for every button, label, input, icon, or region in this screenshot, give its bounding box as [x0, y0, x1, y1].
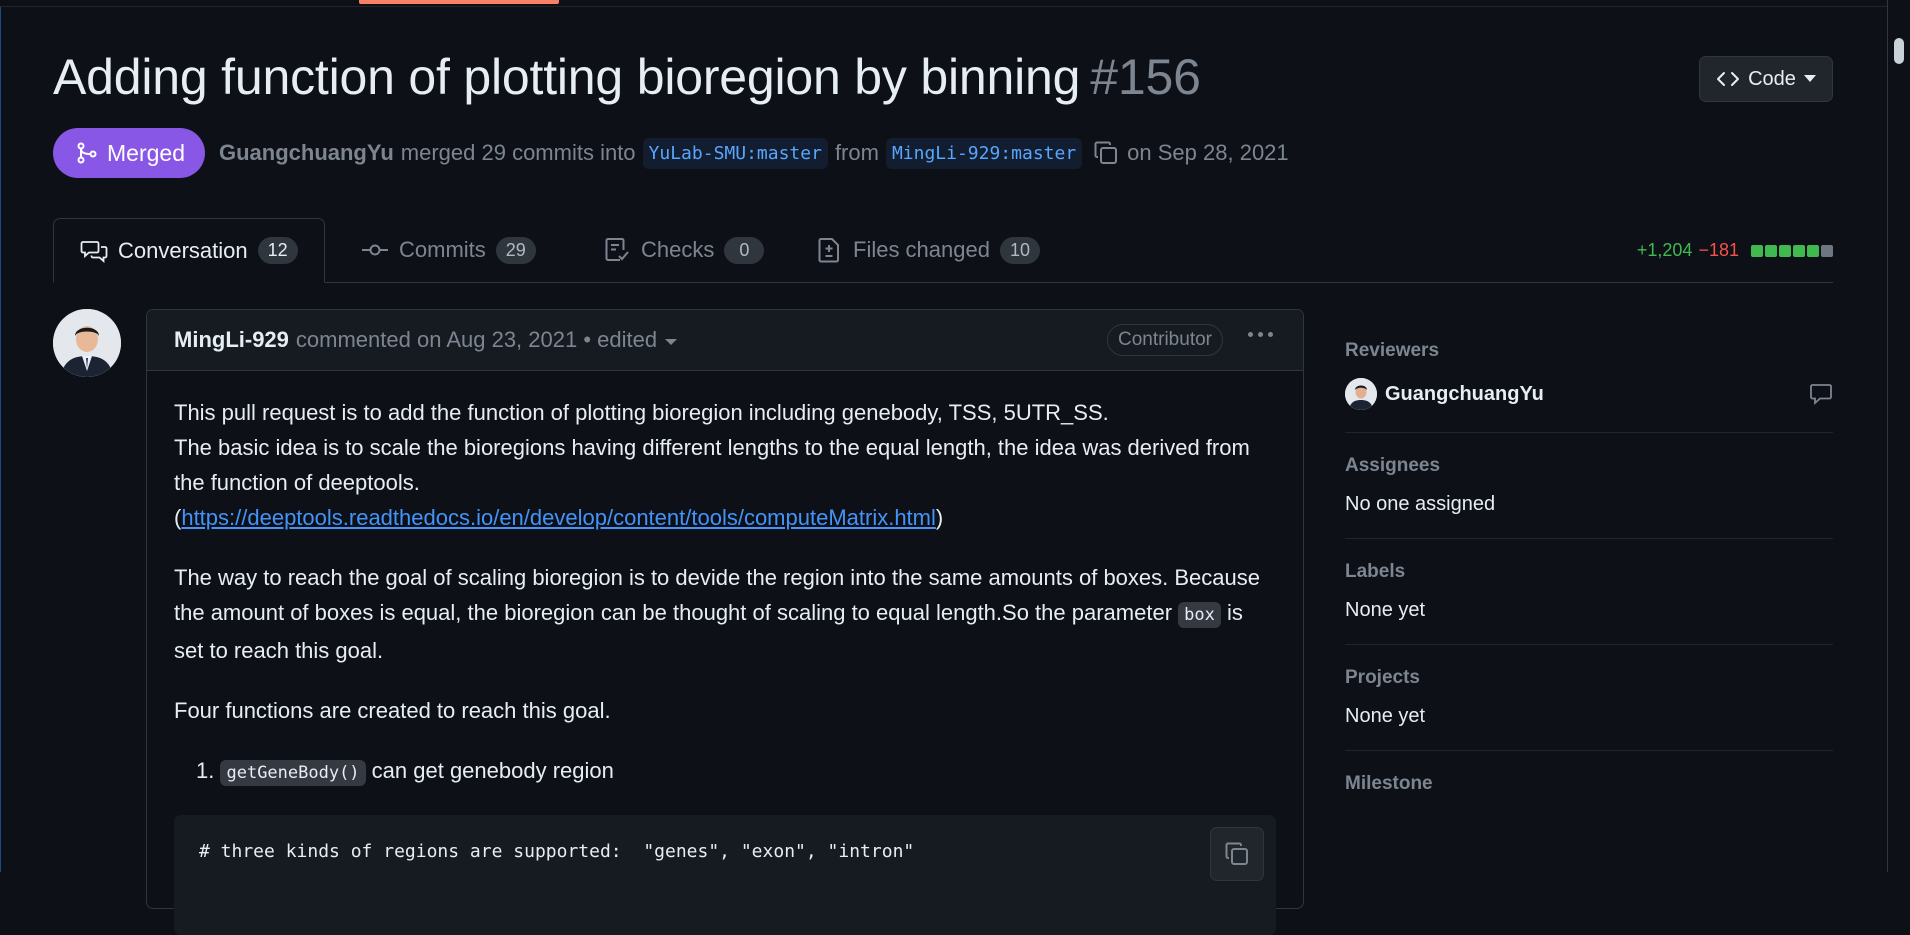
pr-tabs: Conversation 12 Commits 29 Checks 0 File…	[53, 218, 1833, 283]
code-block: # three kinds of regions are supported: …	[174, 815, 1276, 935]
tab-checks-count: 0	[724, 236, 765, 264]
comment-card: MingLi-929 commented on Aug 23, 2021 • e…	[146, 309, 1304, 935]
copy-icon[interactable]	[1093, 140, 1119, 166]
diff-additions: +1,204	[1636, 240, 1693, 260]
copy-code-button[interactable]	[1210, 827, 1264, 881]
assignees-value: No one assigned	[1345, 493, 1496, 515]
merged-text: merged 29 commits into	[400, 140, 636, 165]
sidebar-projects: Projects None yet	[1345, 645, 1833, 751]
p1-line1: This pull request is to add the function…	[174, 400, 1109, 425]
inline-code-getgenebody: getGeneBody()	[220, 760, 366, 786]
diffstat-box	[1779, 244, 1791, 257]
paragraph-1: This pull request is to add the function…	[174, 395, 1276, 535]
paragraph-2: The way to reach the goal of scaling bio…	[174, 560, 1276, 668]
copy-icon	[1225, 842, 1248, 865]
diffstat-box	[1793, 244, 1805, 257]
top-nav-edge	[0, 0, 1888, 7]
link-close-paren: )	[935, 505, 944, 530]
sidebar-milestone-title[interactable]: Milestone	[1345, 773, 1833, 795]
active-nav-indicator	[359, 0, 559, 4]
sidebar-assignees-title[interactable]: Assignees	[1345, 455, 1833, 477]
p1-line2: The basic idea is to scale the bioregion…	[174, 435, 1250, 495]
p2-text-a: The way to reach the goal of scaling bio…	[174, 565, 1260, 625]
sidebar-labels-title[interactable]: Labels	[1345, 561, 1833, 583]
diffstat: +1,204 −181	[1637, 240, 1833, 261]
sidebar-projects-title[interactable]: Projects	[1345, 667, 1833, 689]
merged-by-link[interactable]: GuangchuangYu	[219, 140, 394, 166]
labels-value: None yet	[1345, 599, 1426, 621]
tab-conversation[interactable]: Conversation 12	[53, 218, 325, 283]
tab-conversation-count: 12	[257, 237, 298, 264]
diffstat-box	[1751, 244, 1763, 257]
head-branch[interactable]: MingLi-929:master	[885, 137, 1083, 169]
sidebar-assignees: Assignees No one assigned	[1345, 433, 1833, 539]
edit-history-dropdown-icon[interactable]	[665, 339, 678, 345]
diffstat-box	[1821, 244, 1833, 257]
code-button[interactable]: Code	[1699, 56, 1833, 102]
tab-files-changed-count: 10	[999, 236, 1040, 264]
list-item: 1. getGeneBody() can get genebody region	[174, 753, 1276, 791]
pr-title-text: Adding function of plotting bioregion by…	[53, 49, 1081, 105]
sidebar-reviewers-title[interactable]: Reviewers	[1345, 340, 1833, 362]
diffstat-box	[1765, 244, 1777, 257]
diff-deletions: −181	[1698, 240, 1739, 260]
checklist-icon	[605, 238, 629, 261]
sidebar-milestone: Milestone	[1345, 751, 1833, 833]
inline-code-box: box	[1178, 602, 1221, 628]
tab-checks-label: Checks	[641, 237, 715, 262]
code-icon	[1717, 72, 1740, 86]
file-diff-icon	[818, 238, 839, 263]
projects-value: None yet	[1345, 705, 1426, 727]
diffstat-box	[1807, 244, 1819, 257]
list-number: 1.	[196, 758, 215, 783]
comment-meta[interactable]: commented on Aug 23, 2021 • edited	[296, 327, 657, 353]
pr-number: #156	[1090, 49, 1201, 105]
merge-date: on Sep 28, 2021	[1127, 140, 1289, 165]
tab-commits-label: Commits	[399, 237, 486, 262]
sidebar-labels: Labels None yet	[1345, 539, 1833, 645]
avatar	[1345, 378, 1377, 410]
sidebar: Reviewers GuangchuangYu Assignees No one…	[1345, 330, 1833, 833]
comment-discussion-icon	[80, 240, 108, 263]
code-button-label: Code	[1748, 67, 1796, 90]
diffstat-bar	[1749, 244, 1833, 257]
tab-files-changed-label: Files changed	[853, 237, 990, 262]
tab-checks[interactable]: Checks 0	[603, 218, 765, 282]
comment-author[interactable]: MingLi-929	[174, 327, 289, 353]
git-merge-icon	[77, 142, 97, 164]
tab-commits-count: 29	[495, 236, 536, 264]
window-edge	[0, 0, 1, 872]
commit-icon	[362, 244, 388, 256]
status-badge: Merged	[53, 128, 205, 178]
status-badge-label: Merged	[107, 139, 185, 166]
pr-meta: Merged GuangchuangYu merged 29 commits i…	[53, 128, 1289, 178]
avatar[interactable]	[53, 309, 121, 377]
from-text: from	[834, 140, 879, 165]
reviewer-name: GuangchuangYu	[1385, 382, 1544, 405]
kebab-menu-icon[interactable]	[1248, 332, 1273, 337]
reviewer-item[interactable]: GuangchuangYu	[1345, 378, 1833, 410]
paragraph-3: Four functions are created to reach this…	[174, 698, 611, 723]
contributor-badge: Contributor	[1107, 324, 1223, 356]
tab-conversation-label: Conversation	[118, 237, 248, 263]
list-item-text: can get genebody region	[371, 758, 614, 783]
code-block-text: # three kinds of regions are supported: …	[199, 841, 915, 862]
scrollbar-thumb[interactable]	[1894, 38, 1904, 64]
pr-title: Adding function of plotting bioregion by…	[53, 48, 1201, 106]
tab-commits[interactable]: Commits 29	[361, 218, 536, 282]
comment-icon[interactable]	[1809, 382, 1833, 406]
comment-body: This pull request is to add the function…	[147, 371, 1303, 935]
base-branch[interactable]: YuLab-SMU:master	[642, 137, 828, 169]
scrollbar[interactable]	[1887, 0, 1910, 872]
chevron-down-icon	[1803, 75, 1816, 82]
tab-files-changed[interactable]: Files changed 10	[815, 218, 1040, 282]
sidebar-reviewers: Reviewers GuangchuangYu	[1345, 330, 1833, 433]
comment-header: MingLi-929 commented on Aug 23, 2021 • e…	[147, 310, 1303, 371]
function-list: 1. getGeneBody() can get genebody region	[174, 753, 1276, 791]
deeptools-link[interactable]: https://deeptools.readthedocs.io/en/deve…	[181, 505, 936, 530]
